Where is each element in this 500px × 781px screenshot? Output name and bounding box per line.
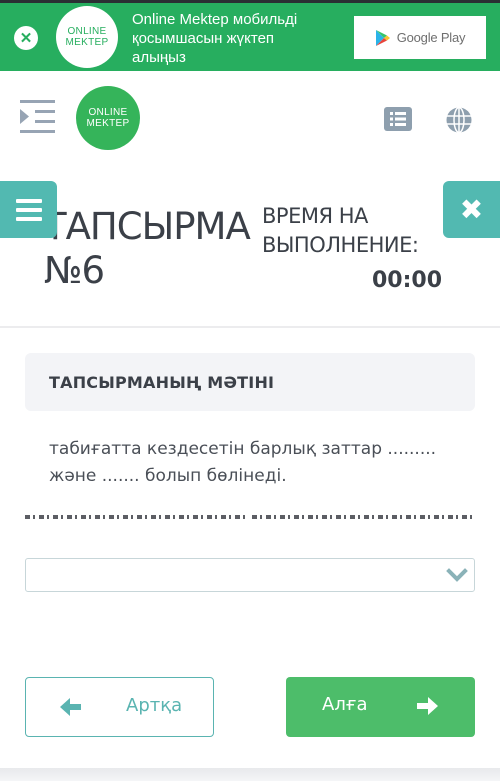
close-icon: ✖ [459, 192, 484, 226]
bottom-edge [0, 768, 500, 781]
task-title: ТАПСЫРМА №6 [44, 205, 251, 292]
banner-logo: ONLINE MEKTEP [56, 6, 118, 68]
back-button[interactable]: Артқа [25, 677, 214, 737]
task-text-heading: ТАПСЫРМАНЫҢ МӘТІНІ [49, 372, 275, 392]
close-circle-icon: ✕ [19, 29, 33, 47]
dotted-segment [252, 515, 475, 519]
indent-menu-icon [20, 100, 55, 133]
google-play-button[interactable]: Google Play [354, 16, 486, 59]
banner-close-button[interactable]: ✕ [14, 26, 38, 50]
site-logo-line1: ONLINE [88, 107, 128, 118]
answer-select[interactable] [25, 558, 475, 592]
decorative-dotted-line [25, 515, 475, 521]
banner-logo-line1: ONLINE [67, 26, 107, 37]
question-text: табиғатта кездесетін барлық заттар .....… [49, 439, 437, 486]
back-button-label: Артқа [126, 695, 183, 716]
hamburger-icon [15, 198, 42, 221]
task-list-button[interactable] [384, 107, 412, 131]
banner-logo-line2: MEKTEP [65, 37, 109, 48]
chevron-down-icon [446, 568, 468, 582]
close-test-button[interactable]: ✖ [443, 181, 500, 238]
dotted-segment [25, 515, 248, 519]
app-download-banner: ✕ ONLINE MEKTEP Online Mektep мобильді қ… [0, 3, 500, 71]
arrow-right-icon [417, 697, 438, 715]
site-logo[interactable]: ONLINE MEKTEP [76, 86, 140, 150]
language-button[interactable] [446, 106, 472, 134]
divider [0, 326, 500, 328]
timer-value: 00:00 [371, 268, 442, 293]
site-header: ONLINE MEKTEP [0, 71, 500, 171]
task-text-header: ТАПСЫРМАНЫҢ МӘТІНІ [25, 353, 475, 411]
google-play-icon [375, 29, 390, 46]
time-label: ВРЕМЯ НА ВЫПОЛНЕНИЕ: [262, 204, 419, 257]
list-icon [390, 112, 406, 126]
site-logo-line2: MEKTEP [86, 118, 130, 129]
sidebar-toggle-button[interactable] [20, 100, 56, 134]
next-button[interactable]: Алға [286, 677, 475, 737]
arrow-left-icon [60, 698, 81, 716]
next-button-label: Алға [322, 694, 368, 715]
google-play-label: Google Play [396, 30, 466, 45]
globe-icon [446, 106, 472, 134]
banner-text: Online Mektep мобильді қосымшасын жүктеп… [132, 11, 298, 66]
tasks-menu-button[interactable] [0, 181, 57, 238]
